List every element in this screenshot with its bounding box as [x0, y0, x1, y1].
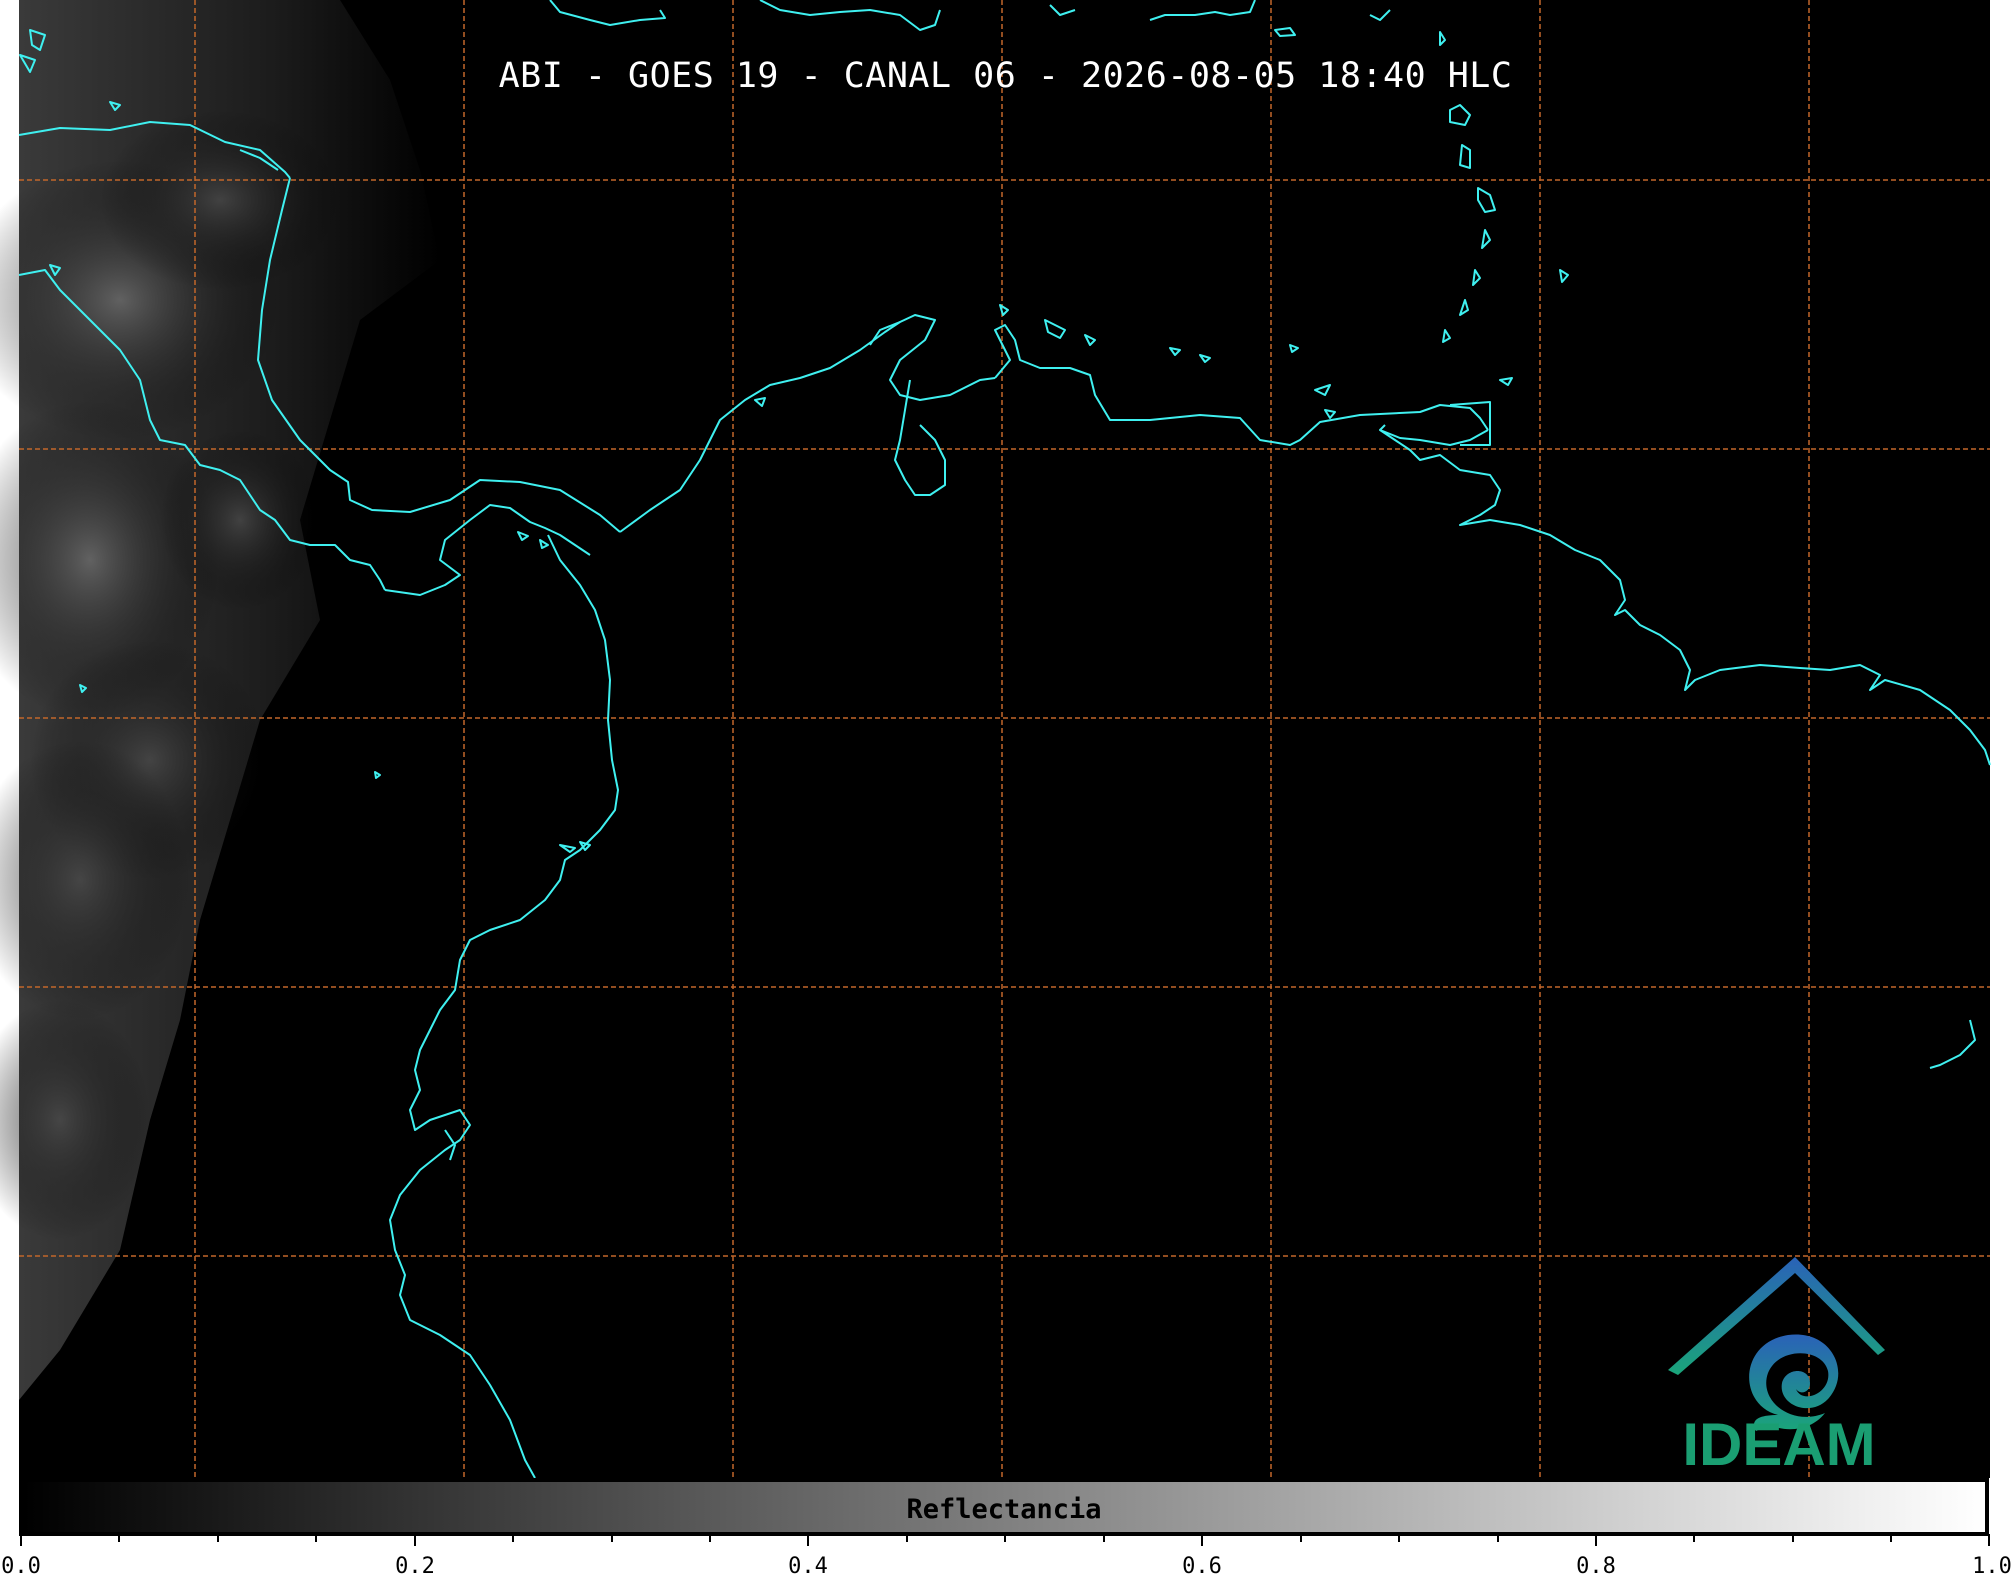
colorbar-tick-label: 0.2 — [395, 1554, 435, 1579]
logo-text: IDEAM — [1682, 1411, 1876, 1478]
colorbar-tick-label: 0.8 — [1576, 1554, 1616, 1579]
colorbar-ticks — [20, 1534, 1990, 1546]
map-title: ABI - GOES 19 - CANAL 06 - 2026-08-05 18… — [498, 56, 1513, 96]
colorbar: Reflectancia — [19, 1478, 1989, 1536]
colorbar-tick-label: 0.4 — [788, 1554, 828, 1579]
colorbar-tick-label: 0.6 — [1182, 1554, 1222, 1579]
colorbar-label: Reflectancia — [906, 1494, 1102, 1525]
colorbar-tick-label: 1.0 — [1972, 1554, 2011, 1579]
colorbar-tick-label: 0.0 — [1, 1554, 41, 1579]
